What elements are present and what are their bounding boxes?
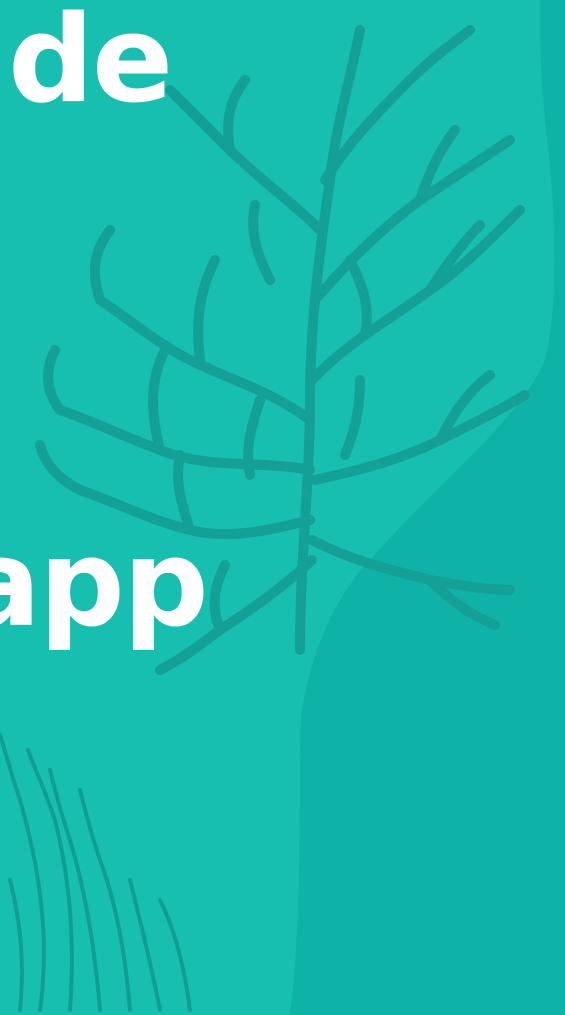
seaweed-illustration	[0, 733, 192, 1012]
headline-line-2: app	[0, 515, 209, 654]
promo-graphic: de app	[0, 0, 565, 1015]
background-illustration	[0, 0, 565, 1015]
headline-line-1: de	[8, 0, 173, 130]
